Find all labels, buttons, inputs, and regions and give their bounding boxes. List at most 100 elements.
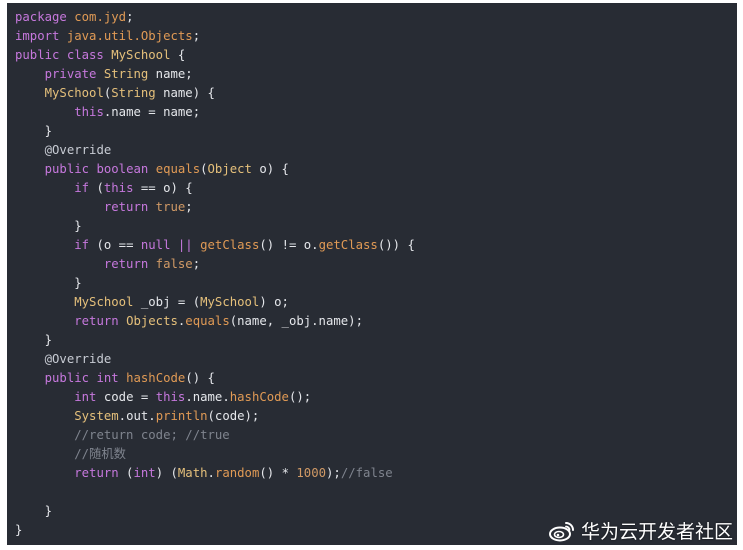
code-token: package [15,10,67,24]
code-token: //随机数 [74,447,126,461]
code-token: Math [177,466,208,480]
code-token: false [155,257,193,271]
code-line: return (int) (Math.random() * 1000);//fa… [15,464,415,483]
code-token: println [155,409,208,423]
code-token: name; [148,67,193,81]
code-token: @Override [44,352,112,366]
code-token: import [15,29,60,43]
code-token: public class [15,48,104,62]
code-token: } [44,124,53,138]
code-token: } [74,276,82,290]
code-line: } [15,331,415,350]
code-token: == o) { [133,181,193,195]
code-token: (code); [207,409,260,423]
code-token: @Override [44,143,112,157]
code-line: } [15,502,415,521]
code-token: code = [96,390,156,404]
code-token: .name. [185,390,230,404]
code-token: if [74,238,90,252]
code-token: Object [207,162,252,176]
code-token: public [44,371,90,385]
code-token: true [155,200,186,214]
code-token: 1000 [296,466,327,480]
weibo-icon [548,521,574,541]
code-token: . [118,409,127,423]
code-token: _obj = ( [133,295,201,309]
code-token: //return code; //true [74,428,230,442]
code-body: package com.jyd; import java.util.Objects… [15,8,415,540]
code-line: public boolean equals(Object o) { [15,160,415,179]
code-token: null [140,238,171,252]
code-line: MySchool _obj = (MySchool) o; [15,293,415,312]
code-token: ( [200,162,208,176]
code-token: random [214,466,260,480]
code-token: getClass [200,238,260,252]
code-line: this.name = name; [15,103,415,122]
code-line: if (o == null || getClass() != o.getClas… [15,236,415,255]
code-token: int [133,466,156,480]
code-token: ( [118,466,134,480]
code-token: getClass [318,238,378,252]
code-line: if (this == o) { [15,179,415,198]
code-token: out [126,409,149,423]
code-token: boolean [96,162,149,176]
code-token: () != o. [259,238,319,252]
code-token: return [74,314,119,328]
code-token: o) { [251,162,289,176]
code-token: int [96,371,119,385]
code-token: } [74,219,82,233]
code-token: ); [326,466,341,480]
code-line: private String name; [15,65,415,84]
code-token: . [207,466,215,480]
code-token: MySchool [74,295,134,309]
code-token: ; [192,29,201,43]
code-token: equals [155,162,201,176]
code-token: if [74,181,90,195]
code-token: MySchool [200,295,260,309]
code-line: int code = this.name.hashCode(); [15,388,415,407]
code-line: } [15,217,415,236]
code-line: return Objects.equals(name, _obj.name); [15,312,415,331]
code-token: ) o; [259,295,289,309]
code-token: //false [340,466,393,480]
code-token: hashCode [229,390,289,404]
code-line: @Override [15,141,415,160]
code-token: return [103,200,149,214]
code-line: return true; [15,198,415,217]
code-token: ) ( [155,466,178,480]
code-token: private [44,67,97,81]
code-token: ( [89,181,104,195]
code-token: name) { [155,86,215,100]
code-token: hashCode [126,371,186,385]
code-token: (o == [89,238,141,252]
code-token: System [74,409,119,423]
code-token: MySchool [111,48,171,62]
code-line: //return code; //true [15,426,415,445]
code-line: System.out.println(code); [15,407,415,426]
code-token: String [111,86,156,100]
code-line: } [15,122,415,141]
code-token: } [44,333,53,347]
code-token: } [44,504,53,518]
code-line: MySchool(String name) { [15,84,415,103]
